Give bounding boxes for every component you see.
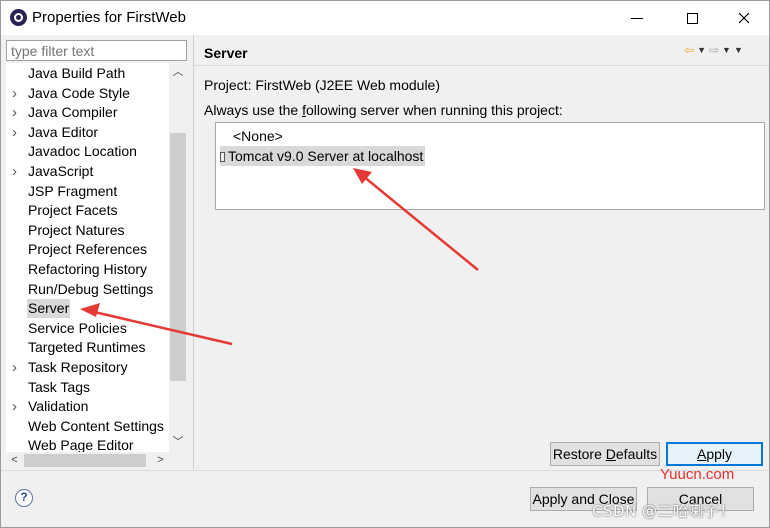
tree-item[interactable]: › JavaScript [6,162,171,181]
chevron-right-icon[interactable]: › [12,84,22,103]
tree-item-label: Project References [28,241,148,258]
tree-item[interactable]: › Java Compiler [6,103,171,122]
property-tree: Java Build Path › Java Code Style › Java Com… [6,63,187,453]
server-icon [220,152,225,162]
scroll-thumb-horizontal[interactable] [24,454,146,467]
apply-suffix: pply [706,446,733,462]
minimize-button[interactable] [614,1,660,35]
tree-item-label: Java Compiler [28,104,118,121]
tree-item[interactable]: › Java Code Style [6,84,171,103]
tree-item[interactable]: Java Build Path [6,64,171,83]
eclipse-logo-icon [10,9,27,26]
tree-item-label: Task Tags [28,378,90,395]
server-option-label: Tomcat v9.0 Server at localhost [228,148,424,164]
tree-item-label: JavaScript [28,163,94,179]
maximize-button[interactable] [669,1,715,35]
tree-item[interactable]: › Validation [6,397,171,416]
window-title: Properties for FirstWeb [32,9,186,26]
properties-dialog: Properties for FirstWeb Java Build Path ›… [0,0,770,528]
restore-suffix: efaults [615,446,658,462]
chevron-right-icon[interactable]: › [12,162,22,181]
forward-arrow-icon[interactable]: ⇨ [709,43,719,57]
tree-item[interactable]: Project References [6,240,171,259]
tree-item-label: Project Natures [28,221,125,238]
page-nav: ⇦ ▼ ⇨ ▼ ▼ [684,42,743,58]
tree-item[interactable]: Refactoring History [6,260,171,279]
tree-item-label: Javadoc Location [28,143,137,160]
tree-item[interactable]: Web Page Editor [6,436,171,453]
server-option-none[interactable]: <None> [233,126,283,146]
tree-horizontal-scrollbar[interactable]: < > [6,452,169,469]
close-button[interactable] [721,1,767,35]
server-page: Server ⇦ ▼ ⇨ ▼ ▼ Project: FirstWeb (J2EE… [194,35,769,469]
tree-item-label: Project Facets [28,202,118,219]
back-arrow-icon[interactable]: ⇦ [684,43,694,57]
tree-item-label: Web Content Settings [28,417,164,434]
tree-item[interactable]: Web Content Settings [6,417,171,436]
scroll-up-icon[interactable]: ︿ [169,63,187,81]
tree-item[interactable]: Server [6,299,171,319]
yuucn-watermark: Yuucn.com [660,466,735,483]
scroll-thumb[interactable] [170,133,186,381]
scroll-right-icon[interactable]: > [152,452,169,469]
tree-item-label: Server [27,299,71,319]
view-menu-icon[interactable]: ▼ [734,43,743,57]
always-prefix: Always use the [204,102,303,118]
title-bar: Properties for FirstWeb [1,1,769,35]
restore-defaults-button[interactable]: Restore Defaults [550,442,660,466]
filter-input[interactable] [6,40,187,61]
server-option-tomcat[interactable]: Tomcat v9.0 Server at localhost [220,146,426,166]
tree-item-label: Java Code Style [28,84,130,101]
page-header: Server ⇦ ▼ ⇨ ▼ ▼ [194,35,769,66]
csdn-watermark: CSDN @二哈喇子！ [592,502,736,520]
tree-item[interactable]: Project Natures [6,221,171,240]
tree-item[interactable]: Javadoc Location [6,142,171,161]
always-use-label: Always use the following server when run… [204,102,563,118]
restore-mnemonic: D [605,446,616,462]
tree-item[interactable]: Run/Debug Settings [6,280,171,299]
tree-item-label: Targeted Runtimes [28,339,146,356]
close-icon [738,12,750,24]
chevron-right-icon[interactable]: › [12,358,22,377]
page-title: Server [204,45,248,61]
tree-item[interactable]: › Task Repository [6,358,171,377]
tree-item[interactable]: Targeted Runtimes [6,338,171,357]
tree-item-label: Task Repository [28,359,128,375]
tree-item-label: Web Page Editor [28,437,134,453]
tree-vertical-scrollbar[interactable]: ︿ ﹀ [169,63,187,453]
tree-item-label: Validation [28,398,89,415]
tree-item[interactable]: JSP Fragment [6,182,171,201]
minimize-icon [631,17,643,19]
back-dropdown-icon[interactable]: ▼ [697,43,706,57]
tree-item-label: Java Build Path [28,65,126,81]
restore-prefix: Restore [552,446,606,462]
server-list[interactable]: <None> Tomcat v9.0 Server at localhost [215,122,765,210]
tree-item[interactable]: Project Facets [6,201,171,220]
always-suffix: ollowing server when running this projec… [305,102,563,118]
project-label: Project: FirstWeb (J2EE Web module) [204,77,441,93]
scroll-left-icon[interactable]: < [6,452,23,469]
tree-item[interactable]: Task Tags [6,378,171,397]
apply-button[interactable]: Apply [666,442,763,466]
forward-dropdown-icon[interactable]: ▼ [722,43,731,57]
maximize-icon [686,12,698,24]
help-icon[interactable]: ? [15,489,33,507]
scroll-down-icon[interactable]: ﹀ [169,433,187,451]
tree-item-label: Java Editor [28,123,99,140]
tree-item[interactable]: › Java Editor [6,123,171,142]
chevron-right-icon[interactable]: › [12,103,22,122]
tree-item[interactable]: Service Policies [6,319,171,338]
chevron-right-icon[interactable]: › [12,397,22,416]
chevron-right-icon[interactable]: › [12,123,22,142]
tree-item-label: JSP Fragment [28,182,118,199]
apply-mnemonic: A [696,446,707,462]
tree-item-label: Refactoring History [28,261,148,277]
tree-item-label: Service Policies [28,319,127,336]
tree-item-label: Run/Debug Settings [28,280,154,297]
